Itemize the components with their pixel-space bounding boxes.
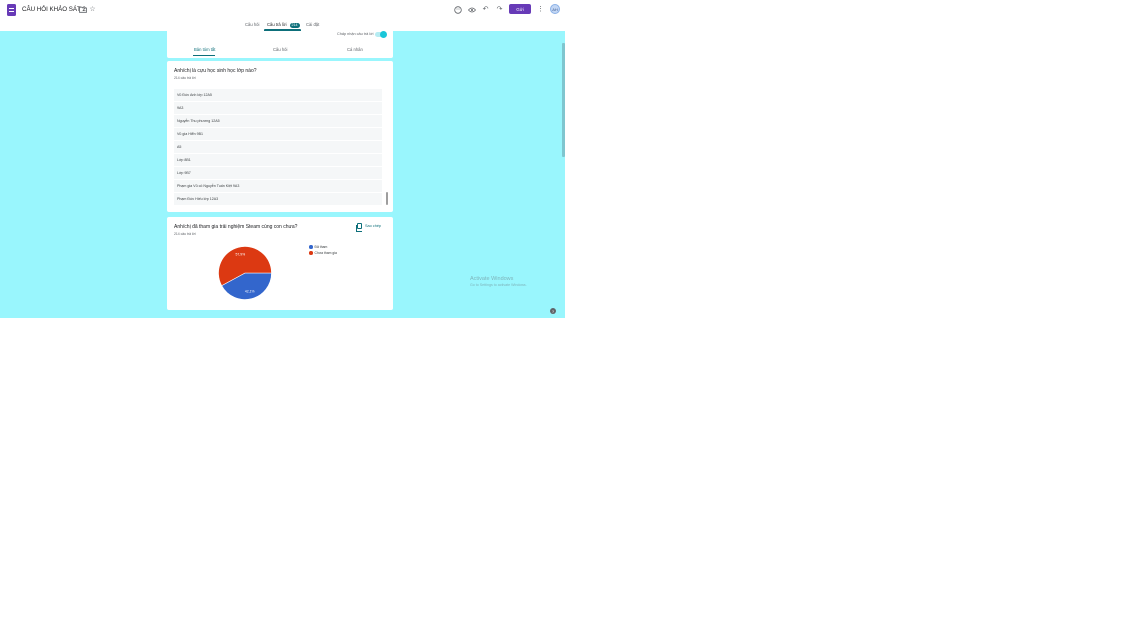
- help-button[interactable]: ?: [550, 308, 556, 314]
- response-count: 214 câu trả lời: [174, 76, 196, 80]
- list-item: 9A3: [174, 102, 382, 114]
- question-title: Anh/chị đã tham gia trải nghiệm Steam cù…: [174, 224, 298, 230]
- more-vert-icon[interactable]: ⋮: [536, 5, 545, 14]
- activate-windows-watermark: Activate Windows Go to Settings to activ…: [470, 276, 527, 287]
- pie-slice-label-2: 57,9%: [236, 253, 246, 257]
- redo-icon[interactable]: ↷: [495, 5, 504, 14]
- copy-chart-button[interactable]: Sao chép: [356, 223, 382, 232]
- legend-item[interactable]: Chưa tham gia: [309, 251, 337, 255]
- list-item: Phạm gia Vũ cô Nguyễn Tuấn Kiệt 9A3: [174, 180, 382, 192]
- undo-icon[interactable]: ↶: [481, 5, 490, 14]
- subtab-summary[interactable]: Bản tóm tắt: [194, 47, 215, 52]
- chart-legend: Đã tham Chưa tham gia: [309, 245, 337, 257]
- list-scrollbar-thumb[interactable]: [386, 192, 388, 205]
- toggle-knob: [380, 31, 387, 38]
- send-button[interactable]: Gửi: [509, 4, 531, 14]
- list-item: Lớp 9B7: [174, 167, 382, 179]
- accepting-responses-label: Chấp nhận câu trả lời: [337, 32, 374, 36]
- question-title: Anh/chị là cựu học sinh học lớp nào?: [174, 68, 257, 74]
- star-icon[interactable]: ☆: [88, 5, 97, 14]
- tab-responses-label: Câu trả lời: [267, 22, 287, 27]
- form-title[interactable]: CÂU HỎI KHẢO SÁT 2: [22, 6, 86, 13]
- list-item: Phạm Đức Hiếu lớp 12A3: [174, 193, 382, 205]
- copy-chart-label: Sao chép: [365, 224, 382, 228]
- avatar[interactable]: AH: [550, 4, 560, 14]
- list-item: A5: [174, 141, 382, 153]
- legend-label: Đã tham: [314, 245, 328, 249]
- preview-eye-icon[interactable]: [467, 5, 476, 14]
- list-item: Vũ Đức Anh lớp 12A5: [174, 89, 382, 101]
- responses-summary-card: Chấp nhận câu trả lời Bản tóm tắt Câu hỏ…: [167, 31, 393, 58]
- watermark-line-1: Activate Windows: [470, 276, 514, 282]
- google-forms-icon[interactable]: [7, 4, 16, 16]
- tab-responses[interactable]: Câu trả lời 214: [267, 22, 300, 28]
- subtab-individual[interactable]: Cá nhân: [347, 47, 363, 52]
- list-item: Lớp 8B1: [174, 154, 382, 166]
- legend-label: Chưa tham gia: [314, 251, 337, 255]
- pie-chart: 42,1% 57,9%: [218, 246, 272, 300]
- legend-item[interactable]: Đã tham: [309, 245, 337, 249]
- legend-dot-series-1: [309, 245, 313, 249]
- legend-dot-series-2: [309, 251, 313, 255]
- accepting-responses-toggle[interactable]: [375, 31, 387, 38]
- question-card-steam: Anh/chị đã tham gia trải nghiệm Steam cù…: [167, 217, 393, 310]
- question-card-class: Anh/chị là cựu học sinh học lớp nào? 214…: [167, 61, 393, 212]
- subtab-indicator: [193, 55, 215, 56]
- copy-icon: [356, 223, 362, 232]
- list-scrollbar-track: [386, 89, 388, 207]
- response-count: 214 câu trả lời: [174, 232, 196, 236]
- app-header: CÂU HỎI KHẢO SÁT 2 ☆ ↶ ↷ Gửi ⋮ AH Câu hỏ…: [0, 0, 565, 31]
- palette-icon[interactable]: [453, 5, 462, 14]
- tab-settings[interactable]: Cài đặt: [306, 22, 319, 27]
- page-scrollbar-thumb[interactable]: [562, 43, 565, 157]
- folder-icon[interactable]: [78, 5, 87, 14]
- viewport: CÂU HỎI KHẢO SÁT 2 ☆ ↶ ↷ Gửi ⋮ AH Câu hỏ…: [0, 0, 565, 318]
- response-list[interactable]: Vũ Đức Anh lớp 12A5 9A3 Nguyễn Thu phươn…: [174, 89, 382, 206]
- subtab-question[interactable]: Câu hỏi: [273, 47, 287, 52]
- watermark-line-2: Go to Settings to activate Windows.: [470, 283, 527, 287]
- list-item: Nguyễn Thu phương 12A5: [174, 115, 382, 127]
- response-count-badge: 214: [289, 22, 300, 28]
- tab-questions[interactable]: Câu hỏi: [245, 22, 259, 27]
- list-item: Vũ gia Hiển 9B1: [174, 128, 382, 140]
- pie-slice-label-1: 42,1%: [245, 290, 255, 294]
